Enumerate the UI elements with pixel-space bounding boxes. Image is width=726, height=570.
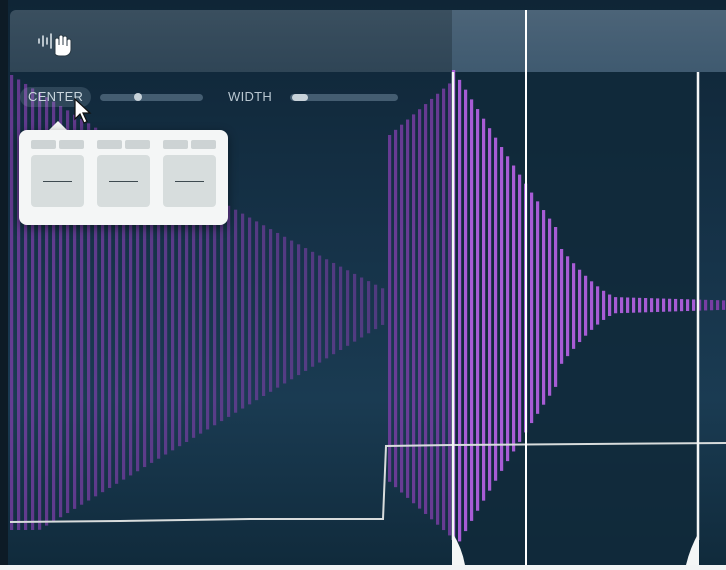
waveform-bar	[464, 89, 468, 532]
preset-slot-3[interactable]	[163, 140, 216, 207]
preset-slot-1[interactable]	[31, 140, 84, 207]
waveform-bar	[578, 269, 582, 343]
waveform-bar	[262, 225, 266, 396]
width-label: WIDTH	[228, 89, 273, 104]
waveform-bar	[554, 227, 558, 387]
preset-button[interactable]	[97, 155, 150, 207]
waveform-bar	[424, 104, 428, 514]
waveform-bar	[297, 244, 301, 376]
waveform-bar	[584, 275, 588, 336]
waveform-bar	[448, 83, 452, 536]
waveform-bar	[339, 266, 343, 351]
center-slider[interactable]	[100, 94, 203, 101]
waveform-bar	[430, 98, 434, 520]
waveform-bar	[332, 262, 336, 355]
waveform-bar	[206, 193, 210, 430]
waveform-bar	[248, 217, 252, 405]
waveform-bar	[353, 273, 357, 342]
center-slider-knob[interactable]	[134, 93, 142, 101]
waveform-bar	[656, 298, 660, 312]
waveform-bar	[304, 248, 308, 371]
waveform-bar	[488, 128, 492, 491]
waveform-bar	[374, 284, 378, 330]
waveform-bar	[692, 299, 696, 311]
waveform-bar	[360, 277, 364, 338]
preset-button[interactable]	[163, 155, 216, 207]
width-slider-knob[interactable]	[292, 94, 308, 101]
waveform-bar	[596, 286, 600, 325]
waveform-bar	[662, 298, 666, 312]
waveform-bar	[548, 218, 552, 396]
waveform-bar	[442, 88, 446, 531]
waveform-bar	[199, 189, 203, 434]
preset-popup	[19, 130, 228, 225]
waveform-bar	[10, 75, 14, 530]
waveform-bar	[241, 213, 245, 409]
waveform-bar	[632, 297, 636, 313]
waveform-bar	[686, 299, 690, 312]
waveform-bar	[325, 259, 329, 359]
mouse-pointer-icon	[74, 97, 92, 124]
waveform-bar	[710, 300, 714, 311]
waveform-bar	[722, 300, 726, 310]
waveform-bar	[458, 79, 462, 542]
preset-button[interactable]	[31, 155, 84, 207]
waveform-canvas[interactable]	[0, 0, 726, 570]
waveform-bar	[644, 298, 648, 313]
waveform-bar	[276, 232, 280, 388]
waveform-bar	[400, 124, 404, 493]
waveform-bar	[367, 281, 371, 334]
waveform-bar	[650, 298, 654, 313]
waveform-bar	[476, 109, 480, 511]
waveform-bar	[269, 229, 273, 392]
waveform-bar	[494, 137, 498, 481]
waveform-bar	[716, 300, 720, 311]
waveform-bar	[283, 236, 287, 384]
preset-slot-2[interactable]	[97, 140, 150, 207]
waveform-bar	[542, 210, 546, 405]
waveform-bar	[290, 240, 294, 380]
waveform-bar	[418, 109, 422, 509]
waveform-bar	[536, 201, 540, 414]
preset-empty-dash	[175, 181, 204, 182]
waveform-bar	[668, 298, 672, 312]
waveform-bar	[602, 290, 606, 320]
waveform-bar	[572, 263, 576, 349]
waveform-bar	[234, 209, 238, 413]
preset-empty-dash	[43, 181, 72, 182]
waveform-bar	[608, 294, 612, 316]
waveform-bar	[518, 174, 522, 442]
waveform-bar	[388, 135, 392, 482]
waveform-bar	[227, 205, 231, 417]
waveform-bar	[394, 129, 398, 488]
waveform-bar	[255, 221, 259, 401]
waveform-bar	[506, 156, 510, 462]
waveform-bar	[220, 201, 224, 422]
waveform-bar	[470, 99, 474, 521]
preset-empty-dash	[109, 181, 138, 182]
waveform-bar	[674, 298, 678, 312]
waveform-bar	[436, 93, 440, 525]
waveform-bar	[311, 251, 315, 367]
waveform-bar	[590, 281, 594, 330]
waveform-bar	[213, 197, 217, 426]
waveform-bar	[346, 270, 350, 346]
waveform-bar	[704, 299, 708, 311]
waveform-bar	[626, 297, 630, 313]
audio-editor: CENTER WIDTH	[0, 0, 726, 570]
waveform-bar	[680, 299, 684, 312]
waveform-bar	[620, 297, 624, 314]
waveform-bar	[500, 147, 504, 471]
waveform-bar	[406, 119, 410, 498]
waveform-bar	[638, 297, 642, 313]
waveform-bar	[560, 249, 564, 364]
waveform-bar	[318, 255, 322, 363]
waveform-bar	[530, 192, 534, 424]
waveform-bar	[614, 297, 618, 314]
waveform-bar	[482, 118, 486, 501]
waveform-bar	[381, 288, 385, 325]
window-bottom-edge	[0, 565, 726, 570]
waveform-bar	[566, 256, 570, 357]
waveform-bar	[512, 165, 516, 452]
